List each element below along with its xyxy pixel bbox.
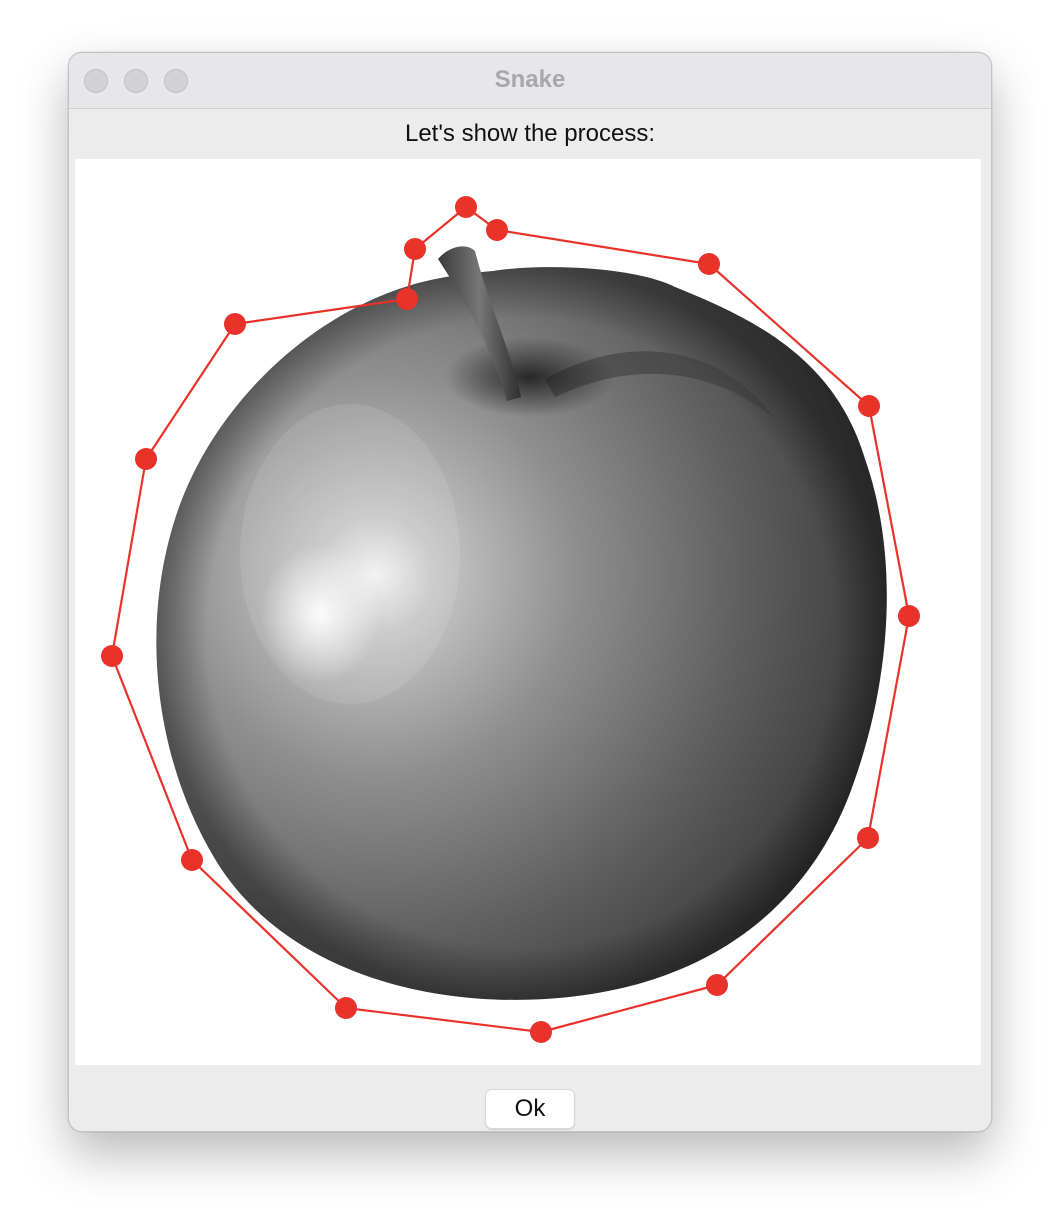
snake-control-point bbox=[335, 997, 357, 1019]
snake-control-point bbox=[404, 238, 426, 260]
snake-control-point bbox=[101, 645, 123, 667]
snake-window: Snake Let's show the process: Ok bbox=[68, 52, 992, 1132]
snake-control-point bbox=[224, 313, 246, 335]
apple-image bbox=[156, 246, 887, 1000]
image-canvas bbox=[75, 159, 981, 1065]
snake-contour-canvas bbox=[101, 196, 920, 1043]
snake-control-point bbox=[181, 849, 203, 871]
snake-control-point bbox=[530, 1021, 552, 1043]
ok-button[interactable]: Ok bbox=[485, 1089, 575, 1129]
snake-control-point bbox=[698, 253, 720, 275]
snake-control-point bbox=[455, 196, 477, 218]
process-message: Let's show the process: bbox=[404, 120, 656, 147]
window-title: Snake bbox=[494, 66, 566, 93]
snake-control-point bbox=[135, 448, 157, 470]
snake-control-point bbox=[396, 288, 418, 310]
title-bar[interactable]: Snake bbox=[69, 53, 991, 109]
snake-control-point bbox=[857, 827, 879, 849]
snake-control-point bbox=[486, 219, 508, 241]
snake-control-point bbox=[898, 605, 920, 627]
snake-control-point bbox=[706, 974, 728, 996]
snake-control-point bbox=[858, 395, 880, 417]
